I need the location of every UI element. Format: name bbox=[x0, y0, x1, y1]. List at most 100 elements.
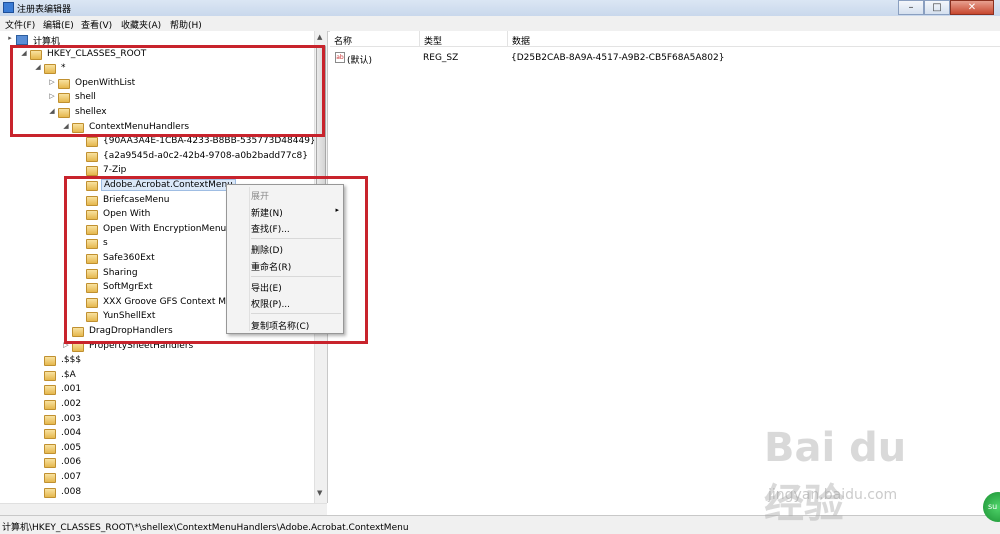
folder-icon bbox=[86, 181, 98, 191]
menu-file[interactable]: 文件(F) bbox=[5, 18, 35, 31]
menu-edit[interactable]: 编辑(E) bbox=[43, 18, 74, 31]
tree-node-label[interactable]: XXX Groove GFS Context Me bbox=[101, 297, 234, 307]
tree-node-label[interactable]: Open With bbox=[101, 209, 152, 219]
tree-node-label[interactable]: Sharing bbox=[101, 268, 140, 278]
folder-icon bbox=[30, 49, 42, 60]
expand-toggle-icon[interactable]: ▷ bbox=[48, 92, 56, 100]
tree-node-label[interactable]: shell bbox=[73, 92, 98, 102]
tree-node[interactable]: {a2a9545d-a0c2-42b4-9708-a0b2badd77c8} bbox=[0, 150, 312, 164]
folder-icon bbox=[44, 414, 56, 425]
tree-node-label[interactable]: {90AA3A4E-1CBA-4233-B8BB-535773D48449} bbox=[101, 136, 318, 146]
menu-item-expand[interactable]: 展开 bbox=[251, 189, 269, 202]
tree-node[interactable]: .006 bbox=[0, 456, 312, 470]
tree-node[interactable]: .004 bbox=[0, 427, 312, 441]
tree-node-label[interactable]: .001 bbox=[59, 384, 83, 394]
tree-node[interactable]: ▸ 计算机 bbox=[0, 33, 312, 47]
tree-node-label[interactable]: .$$$ bbox=[59, 355, 83, 365]
tree-node-label[interactable]: YunShellExt bbox=[101, 311, 157, 321]
expand-toggle-icon[interactable]: ▸ bbox=[6, 34, 14, 42]
folder-icon bbox=[58, 108, 70, 118]
tree-node[interactable]: ◢ HKEY_CLASSES_ROOT bbox=[0, 48, 312, 62]
tree-node-label[interactable]: 计算机 bbox=[31, 34, 62, 47]
menu-gutter bbox=[249, 187, 250, 331]
expand-toggle-icon[interactable]: ◢ bbox=[20, 49, 28, 57]
tree-node[interactable]: ▷ shell bbox=[0, 91, 312, 105]
tree-node[interactable]: {90AA3A4E-1CBA-4233-B8BB-535773D48449} bbox=[0, 135, 316, 149]
tree-node-label[interactable]: .006 bbox=[59, 457, 83, 467]
tree-node-label[interactable]: Safe360Ext bbox=[101, 253, 157, 263]
menu-favorites[interactable]: 收藏夹(A) bbox=[121, 18, 161, 31]
tree-node-label[interactable]: .$A bbox=[59, 370, 78, 380]
window-title: 注册表编辑器 bbox=[17, 5, 72, 15]
menu-item-export[interactable]: 导出(E) bbox=[251, 281, 282, 294]
close-button[interactable]: ✕ bbox=[950, 0, 994, 15]
folder-icon bbox=[86, 254, 98, 264]
tree-node[interactable]: .001 bbox=[0, 383, 312, 397]
tree-node-label[interactable]: .008 bbox=[59, 487, 83, 497]
baidu-watermark: Bai du 经验 jingyan.baidu.com bbox=[764, 425, 954, 527]
expand-toggle-icon[interactable]: ◢ bbox=[62, 122, 70, 130]
folder-icon bbox=[86, 268, 98, 279]
scroll-down-icon[interactable]: ▼ bbox=[317, 489, 322, 497]
tree-node-label[interactable]: .004 bbox=[59, 428, 83, 438]
tree-node[interactable]: .$A bbox=[0, 369, 312, 383]
menu-item-new[interactable]: 新建(N) bbox=[251, 206, 283, 219]
folder-icon bbox=[44, 473, 56, 483]
tree-node[interactable]: .007 bbox=[0, 471, 312, 485]
menu-item-find[interactable]: 查找(F)... bbox=[251, 222, 290, 235]
tree-node-label[interactable]: BriefcaseMenu bbox=[101, 195, 171, 205]
folder-icon bbox=[44, 64, 56, 75]
tree-node-label[interactable]: Adobe.Acrobat.ContextMenu bbox=[101, 179, 236, 191]
tree-node-label[interactable]: HKEY_CLASSES_ROOT bbox=[45, 49, 148, 59]
maximize-button[interactable]: □ bbox=[924, 0, 950, 15]
value-data: {D25B2CAB-8A9A-4517-A9B2-CB5F68A5A802} bbox=[511, 53, 725, 63]
tree-node-label[interactable]: .005 bbox=[59, 443, 83, 453]
tree-node-label[interactable]: SoftMgrExt bbox=[101, 282, 154, 292]
value-name: (默认) bbox=[347, 56, 373, 66]
tree-node-label[interactable]: 7-Zip bbox=[101, 165, 128, 175]
tree-node-label[interactable]: Open With EncryptionMenu bbox=[101, 224, 228, 234]
tree-node[interactable]: ◢ * bbox=[0, 62, 312, 76]
expand-toggle-icon[interactable]: ▷ bbox=[48, 78, 56, 86]
expand-toggle-icon[interactable]: ▷ bbox=[62, 341, 70, 349]
tree-node[interactable]: 7-Zip bbox=[0, 164, 312, 178]
scroll-up-icon[interactable]: ▲ bbox=[317, 33, 322, 41]
folder-icon bbox=[86, 195, 98, 206]
column-type[interactable]: 类型 bbox=[420, 31, 508, 47]
column-name[interactable]: 名称 bbox=[330, 31, 420, 47]
tree-node[interactable]: .002 bbox=[0, 398, 312, 412]
tree-node[interactable]: ◢ ContextMenuHandlers bbox=[0, 121, 312, 135]
menu-view[interactable]: 查看(V) bbox=[81, 18, 112, 31]
tree-node-label[interactable]: .007 bbox=[59, 472, 83, 482]
tree-node[interactable]: ▷ OpenWithList bbox=[0, 77, 312, 91]
folder-icon bbox=[58, 78, 70, 89]
menu-item-delete[interactable]: 删除(D) bbox=[251, 243, 283, 256]
tree-node[interactable]: .$$$ bbox=[0, 354, 312, 368]
menu-help[interactable]: 帮助(H) bbox=[170, 18, 202, 31]
menu-item-rename[interactable]: 重命名(R) bbox=[251, 260, 291, 273]
context-menu: 展开 新建(N) ▸ 查找(F)... 删除(D) 重命名(R) 导出(E) 权… bbox=[226, 184, 344, 334]
tree-node-label[interactable]: ContextMenuHandlers bbox=[87, 122, 191, 132]
tree-node-label[interactable]: PropertySheetHandlers bbox=[87, 341, 195, 351]
expand-toggle-icon[interactable]: ◢ bbox=[34, 63, 42, 71]
minimize-button[interactable]: – bbox=[898, 0, 924, 15]
column-data[interactable]: 数据 bbox=[508, 31, 1000, 47]
tree-node-label[interactable]: DragDropHandlers bbox=[87, 326, 175, 336]
menu-item-copy-key-name[interactable]: 复制项名称(C) bbox=[251, 319, 309, 332]
tree-node-label[interactable]: {a2a9545d-a0c2-42b4-9708-a0b2badd77c8} bbox=[101, 151, 310, 161]
tree-node-label[interactable]: .002 bbox=[59, 399, 83, 409]
tree-node[interactable]: ◢ shellex bbox=[0, 106, 312, 120]
tree-node[interactable]: .008 bbox=[0, 486, 312, 500]
folder-icon bbox=[44, 429, 56, 440]
tree-node-label[interactable]: .003 bbox=[59, 414, 83, 424]
expand-toggle-icon[interactable]: ◢ bbox=[48, 107, 56, 115]
tree-node[interactable]: .005 bbox=[0, 442, 312, 456]
tree-node-label[interactable]: shellex bbox=[73, 107, 109, 117]
tree-node[interactable]: ▷ PropertySheetHandlers bbox=[0, 340, 312, 354]
tree-node-label[interactable]: OpenWithList bbox=[73, 78, 137, 88]
menu-item-permissions[interactable]: 权限(P)... bbox=[251, 297, 290, 310]
tree-horizontal-scrollbar[interactable] bbox=[0, 503, 327, 515]
tree-node[interactable]: .003 bbox=[0, 413, 312, 427]
tree-node-label[interactable]: * bbox=[59, 63, 68, 73]
tree-node-label[interactable]: s bbox=[101, 238, 110, 248]
